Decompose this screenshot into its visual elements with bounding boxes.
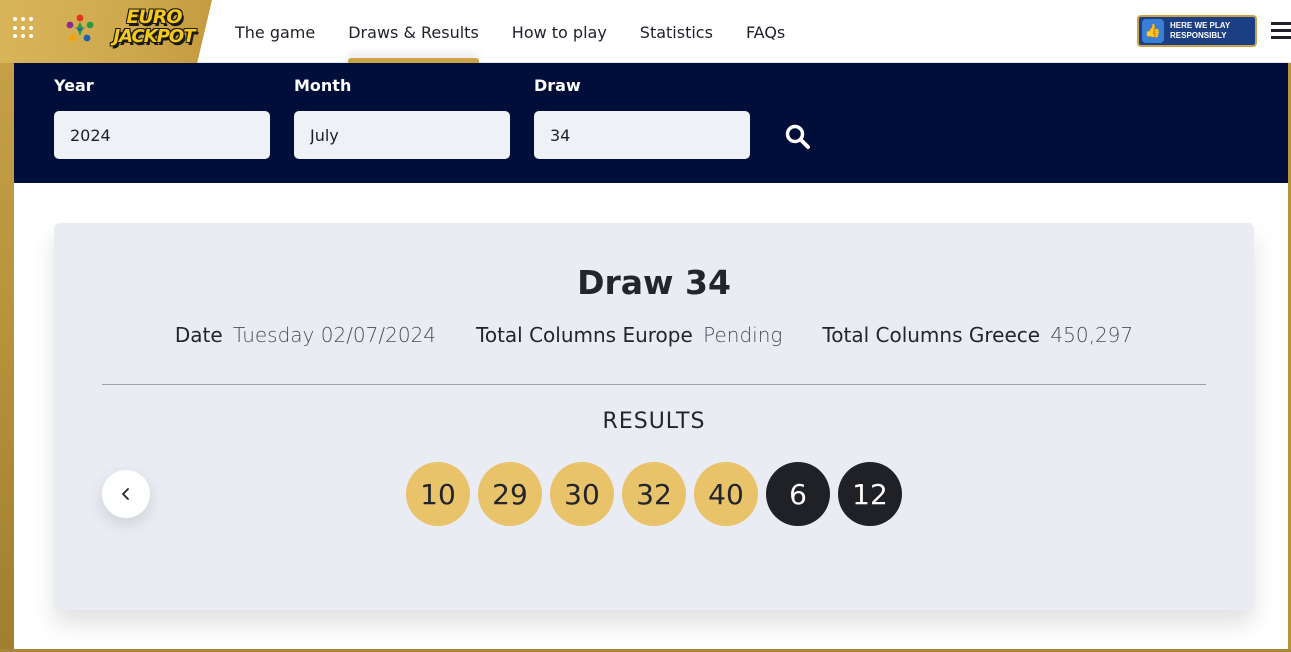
date-label: Date [174, 323, 223, 347]
draw-title: Draw 34 [577, 263, 731, 302]
divider [102, 384, 1206, 385]
site-header: EURO JACKPOT The game Draws & Results Ho… [0, 0, 1291, 63]
greece-label: Total Columns Greece [822, 323, 1041, 347]
total-columns-europe: Total Columns Europe Pending [476, 323, 782, 347]
date-value: Tuesday 02/07/2024 [233, 323, 437, 347]
logo-line-1: EURO [126, 6, 182, 28]
month-select[interactable] [294, 111, 510, 159]
menu-icon[interactable] [1271, 22, 1291, 40]
greece-value: 450,297 [1050, 323, 1134, 347]
gold-side-strip [0, 0, 14, 652]
year-select[interactable] [54, 111, 270, 159]
main-number-ball: 32 [622, 462, 686, 526]
previous-draw-button[interactable] [102, 470, 150, 518]
main-number-ball: 30 [550, 462, 614, 526]
month-label: Month [294, 76, 352, 95]
results-heading: RESULTS [602, 409, 706, 434]
nav-the-game[interactable]: The game [235, 0, 315, 63]
europe-label: Total Columns Europe [476, 323, 693, 347]
thumbs-up-icon: 👍 [1142, 19, 1164, 43]
page: EURO JACKPOT The game Draws & Results Ho… [0, 0, 1291, 652]
main-number-ball: 29 [478, 462, 542, 526]
logo-line-2: JACKPOT [113, 26, 195, 47]
draw-select[interactable] [534, 111, 750, 159]
nav-how-to-play[interactable]: How to play [512, 0, 607, 63]
main-number-ball: 40 [694, 462, 758, 526]
responsibly-line-1: HERE WE PLAY [1170, 21, 1231, 30]
nav-faqs[interactable]: FAQs [746, 0, 785, 63]
lottery-star-icon [66, 14, 94, 42]
total-columns-greece: Total Columns Greece 450,297 [822, 323, 1133, 347]
main-nav: The game Draws & Results How to play Sta… [235, 0, 818, 63]
draw-filter-bar: Year Month Draw [14, 63, 1288, 183]
responsibly-line-2: RESPONSIBLY [1170, 31, 1227, 40]
results-balls: 10 29 30 32 40 6 12 [406, 462, 910, 526]
draw-results-card: Draw 34 Date Tuesday 02/07/2024 Total Co… [54, 223, 1254, 610]
nav-statistics[interactable]: Statistics [640, 0, 713, 63]
draw-date: Date Tuesday 02/07/2024 [175, 323, 436, 347]
chevron-left-icon [122, 488, 129, 500]
apps-grid-icon[interactable] [13, 17, 35, 39]
nav-draws-results[interactable]: Draws & Results [348, 0, 479, 63]
responsibly-text: HERE WE PLAY RESPONSIBLY [1170, 21, 1230, 41]
draw-meta: Date Tuesday 02/07/2024 Total Columns Eu… [54, 323, 1254, 347]
europe-value: Pending [703, 323, 783, 347]
year-label: Year [54, 76, 94, 95]
draw-label: Draw [534, 76, 581, 95]
eurojackpot-logo[interactable]: EURO JACKPOT [108, 8, 200, 54]
euro-number-ball: 6 [766, 462, 830, 526]
play-responsibly-badge[interactable]: 👍 HERE WE PLAY RESPONSIBLY [1137, 15, 1257, 47]
search-icon[interactable] [784, 123, 812, 151]
euro-number-ball: 12 [838, 462, 902, 526]
main-number-ball: 10 [406, 462, 470, 526]
